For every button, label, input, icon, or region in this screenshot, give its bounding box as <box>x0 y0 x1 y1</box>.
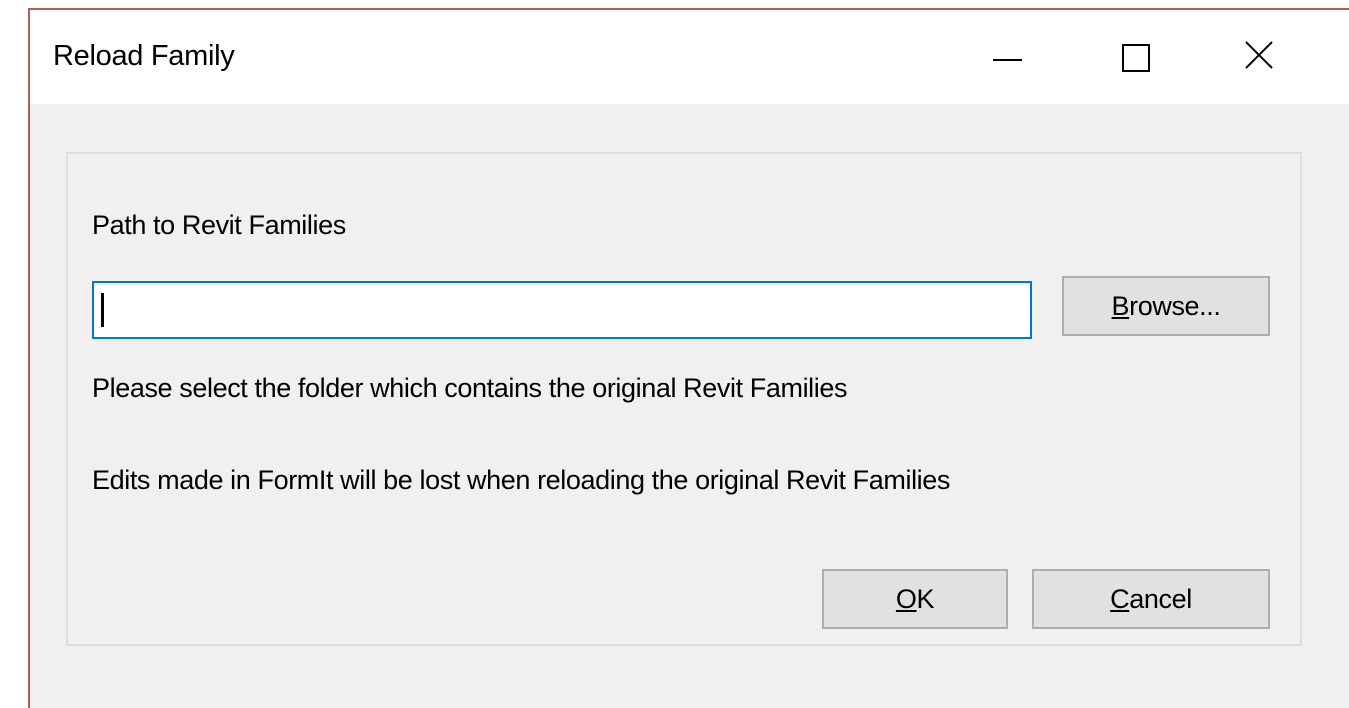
maximize-icon <box>1122 44 1150 72</box>
cancel-button-label: ancel <box>1129 583 1192 614</box>
path-label: Path to Revit Families <box>92 210 346 240</box>
title-bar: Reload Family <box>30 10 1349 104</box>
close-icon <box>1245 41 1273 69</box>
reload-family-dialog: Reload Family Path to Revit Families Bro… <box>28 8 1349 708</box>
cancel-accel-key: C <box>1110 583 1130 614</box>
ok-accel-key: O <box>895 583 917 614</box>
minimize-button[interactable] <box>950 10 1062 104</box>
browse-button[interactable]: Browse... <box>1062 276 1270 336</box>
minimize-icon <box>993 59 1022 61</box>
window-title: Reload Family <box>53 40 235 72</box>
warning-text: Edits made in FormIt will be lost when r… <box>92 465 950 495</box>
browse-accel-key: B <box>1111 290 1130 321</box>
ok-button[interactable]: OK <box>822 569 1008 629</box>
cancel-button[interactable]: Cancel <box>1032 569 1270 629</box>
ok-button-label: K <box>916 583 935 614</box>
close-button[interactable] <box>1180 10 1292 104</box>
path-input[interactable] <box>92 281 1032 339</box>
browse-button-label: rowse... <box>1129 290 1221 321</box>
hint-text: Please select the folder which contains … <box>92 373 848 403</box>
maximize-button[interactable] <box>1066 10 1178 104</box>
text-caret <box>101 293 104 327</box>
